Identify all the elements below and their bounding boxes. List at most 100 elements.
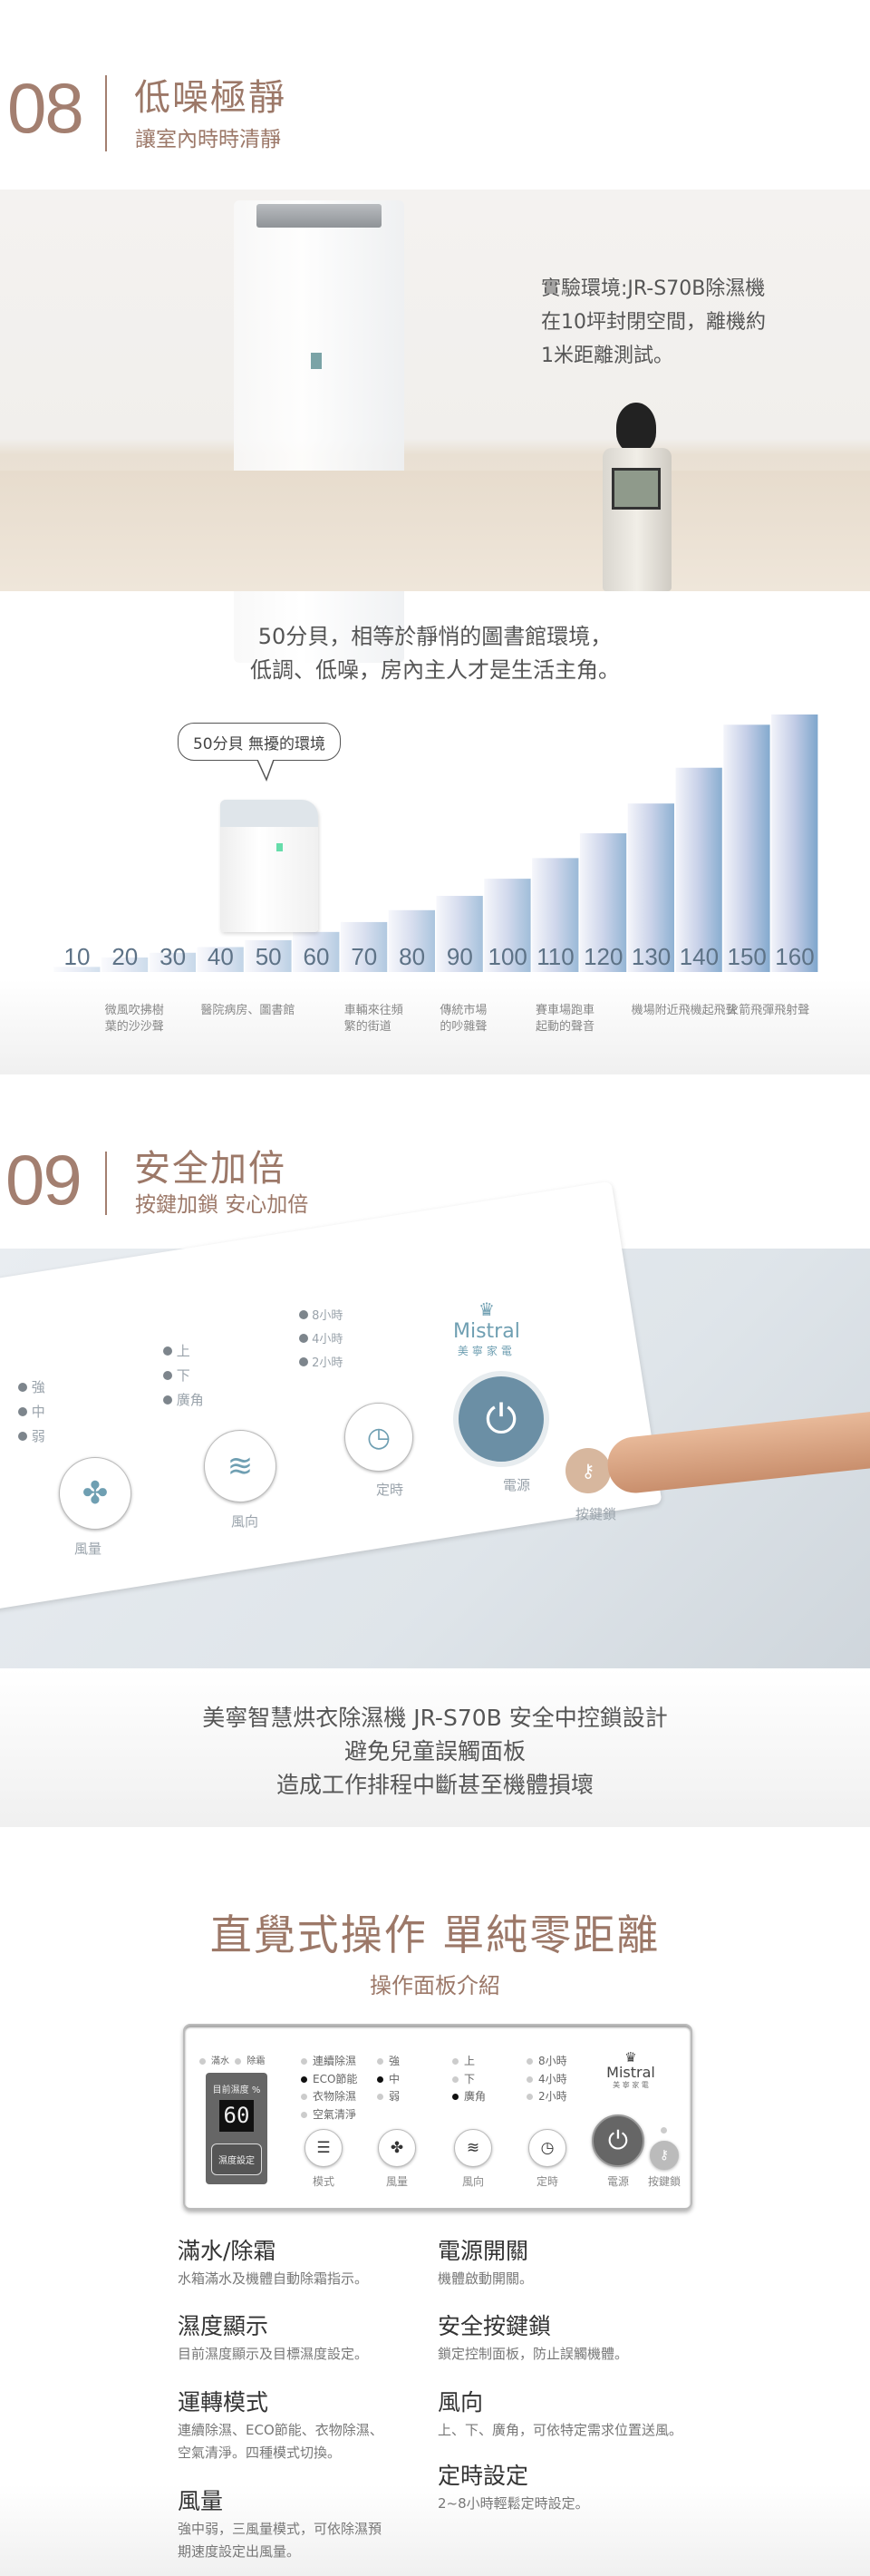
noise-annotation: 機場附近飛機起飛聲 [632,1003,738,1019]
feature-item: 運轉模式 連續除濕、ECO節能、衣物除濕、 空氣清淨。四種模式切換。 [178,2391,383,2464]
indicator-label: ECO節能 [313,2072,358,2085]
tick-label: 110 [536,943,575,970]
wave-icon: ≋ [204,1430,276,1502]
feature-desc: 機體啟動開關。 [438,2270,534,2287]
led-dot [301,2058,307,2065]
panel-section-subtitle: 操作面板介紹 [370,1973,500,1998]
feature-title: 電源開關 [438,2238,529,2264]
feature-title: 定時設定 [438,2463,529,2489]
led-dot [527,2058,533,2065]
sound-meter-icon [603,448,672,591]
key-button[interactable]: ⚷ [650,2141,679,2170]
modes-indicator: ECO節能 [301,2071,357,2089]
feature-desc: 強中弱，三風量模式，可依除濕預 [178,2521,382,2537]
noise-column-140 [675,767,722,972]
feature-item: 濕度顯示 目前濕度顯示及目標濕度設定。 [178,2315,368,2366]
key-icon: ⚷ [659,2148,670,2163]
feature-desc: 目前濕度顯示及目標濕度設定。 [178,2346,369,2362]
indicator-label: 8小時 [538,2055,567,2067]
text-line: 50分貝，相等於靜悄的圖書館環境， [257,624,613,649]
modes-indicator: 連續除濕 [301,2053,357,2071]
indicator-label: 中 [389,2072,401,2085]
feature-title: 風向 [438,2389,484,2416]
tick-label: 40 [207,943,234,970]
list-button[interactable]: ☰ [304,2129,343,2167]
caption: 美寧智慧烘衣除濕機 JR-S70B 安全中控鎖設計 避免兒童誤觸面板 造成工作排… [0,1701,870,1802]
callout-bubble: 50分貝 無擾的環境 [178,723,341,761]
led-dot [301,2094,307,2100]
led-dot [301,2111,307,2118]
humidity-module: 目前濕度 % 60 濕度設定 [206,2073,267,2184]
feature-desc: 鎖定控制面板，防止誤觸機體。 [438,2346,629,2362]
panel-section-title: 直覺式操作 單純零距離 [209,1910,661,1959]
humidity-display: 60 [219,2100,254,2132]
tick-label: 120 [584,943,624,970]
wave-button[interactable]: ≋ [454,2129,492,2167]
indicator-label: 4小時 [538,2072,567,2085]
text-line: 在10坪封閉空間，離機約 [541,311,766,334]
button-label: 電源 [503,1477,531,1493]
fan-indicator: 中 [377,2071,400,2089]
clock-button[interactable]: ◷ [528,2129,566,2167]
dir-indicator: 上 [452,2053,486,2071]
clock-icon: ◷ [540,2139,555,2157]
led-dot [377,2058,383,2065]
feature-desc: 上、下、廣角，可依特定需求位置送風。 [438,2422,683,2438]
noise-annotation: 微風吹拂樹 葉的沙沙聲 [105,1003,164,1035]
tick-label: 10 [63,943,91,970]
annotation-line: 機場附近飛機起飛聲 [631,1004,738,1017]
lead-text: 50分貝，相等於靜悄的圖書館環境， 低調、低噪，房內主人才是生活主角。 [0,620,870,687]
feature-desc: 空氣清淨。四種模式切換。 [178,2445,342,2461]
feature-title: 安全按鍵鎖 [438,2313,552,2339]
feature-item: 定時設定 2~8小時輕鬆定時設定。 [438,2464,589,2515]
power-icon: ⏻ [453,1371,549,1467]
test-environment-text: 實驗環境:JR-S70B除濕機 在10坪封閉空間，離機約 1米距離測試。 [541,272,766,373]
button-label: 按鍵鎖 [575,1506,617,1522]
text-line: 1米距離測試。 [541,345,673,367]
led-dot [377,2094,383,2100]
section-subtitle: 按鍵加鎖 安心加倍 [135,1193,309,1217]
fan-button[interactable]: ✤ [378,2129,416,2167]
feature-item: 滿水/除霜 水箱滿水及機體自動除霜指示。 [178,2240,368,2290]
noise-annotation: 火箭飛彈飛射聲 [727,1003,809,1019]
control-panel-photo: 強 中 弱 上 下 廣角 8小時 4小時 2小時 ♛ Mistral 美寧家電 … [0,1181,870,1668]
tick-label: 80 [399,943,426,970]
feature-desc: 連續除濕、ECO節能、衣物除濕、 [178,2422,383,2438]
direction-indicators: 上下廣角 [452,2053,486,2106]
callout-text: 50分貝 無擾的環境 [192,734,326,753]
mode-indicators: 連續除濕 ECO節能 衣物除濕 空氣清淨 [301,2053,357,2124]
button-label: 按鍵鎖 [647,2175,681,2188]
humidity-set-button[interactable]: 濕度設定 [211,2143,262,2175]
timer-indicator: 8小時 [527,2053,567,2071]
clock-icon: ◷ [344,1403,413,1472]
indicator-label: 空氣清淨 [313,2107,357,2121]
led-dot [452,2058,459,2065]
timer-indicator: 2小時 [527,2088,567,2106]
mistral-logo: ♛ Mistral 美寧家電 [453,1298,520,1357]
button-label: 風量 [74,1541,102,1557]
dehumidifier-image [234,200,404,663]
tick-label: 150 [727,943,767,970]
annotation-line: 車輛來往頻 [343,1004,403,1017]
tank-indicators: 滿水 除霜 [199,2053,265,2066]
list-icon: ☰ [316,2139,331,2157]
fan-indicators: 強中弱 [377,2053,400,2106]
led-dot [452,2094,459,2100]
indicator-label: 強 [389,2055,401,2067]
indicator-label: 2小時 [538,2090,567,2103]
indicator-label: 弱 [389,2090,401,2103]
sound-meter-mic [616,403,656,452]
feature-item: 安全按鍵鎖鎖定控制面板，防止誤觸機體。 [438,2315,628,2366]
tick-label: 160 [775,943,815,970]
led-dot [301,2075,307,2083]
dir-indicator: 下 [452,2071,486,2089]
section-number: 09 [5,1140,82,1220]
divider [105,1152,107,1215]
section-subtitle: 讓室內時時清靜 [135,128,281,151]
timer-indicators: 8小時 4小時 2小時 [527,2053,567,2106]
annotation-line: 火箭飛彈飛射聲 [727,1004,810,1017]
button-label: 定時 [536,2175,558,2188]
power-button[interactable]: ⏻ [592,2114,644,2167]
button-label: 風量 [385,2175,408,2188]
control-panel-diagram: 滿水 除霜 目前濕度 % 60 濕度設定 連續除濕 ECO節能 衣物除濕 空氣清淨 強… [183,2024,692,2210]
